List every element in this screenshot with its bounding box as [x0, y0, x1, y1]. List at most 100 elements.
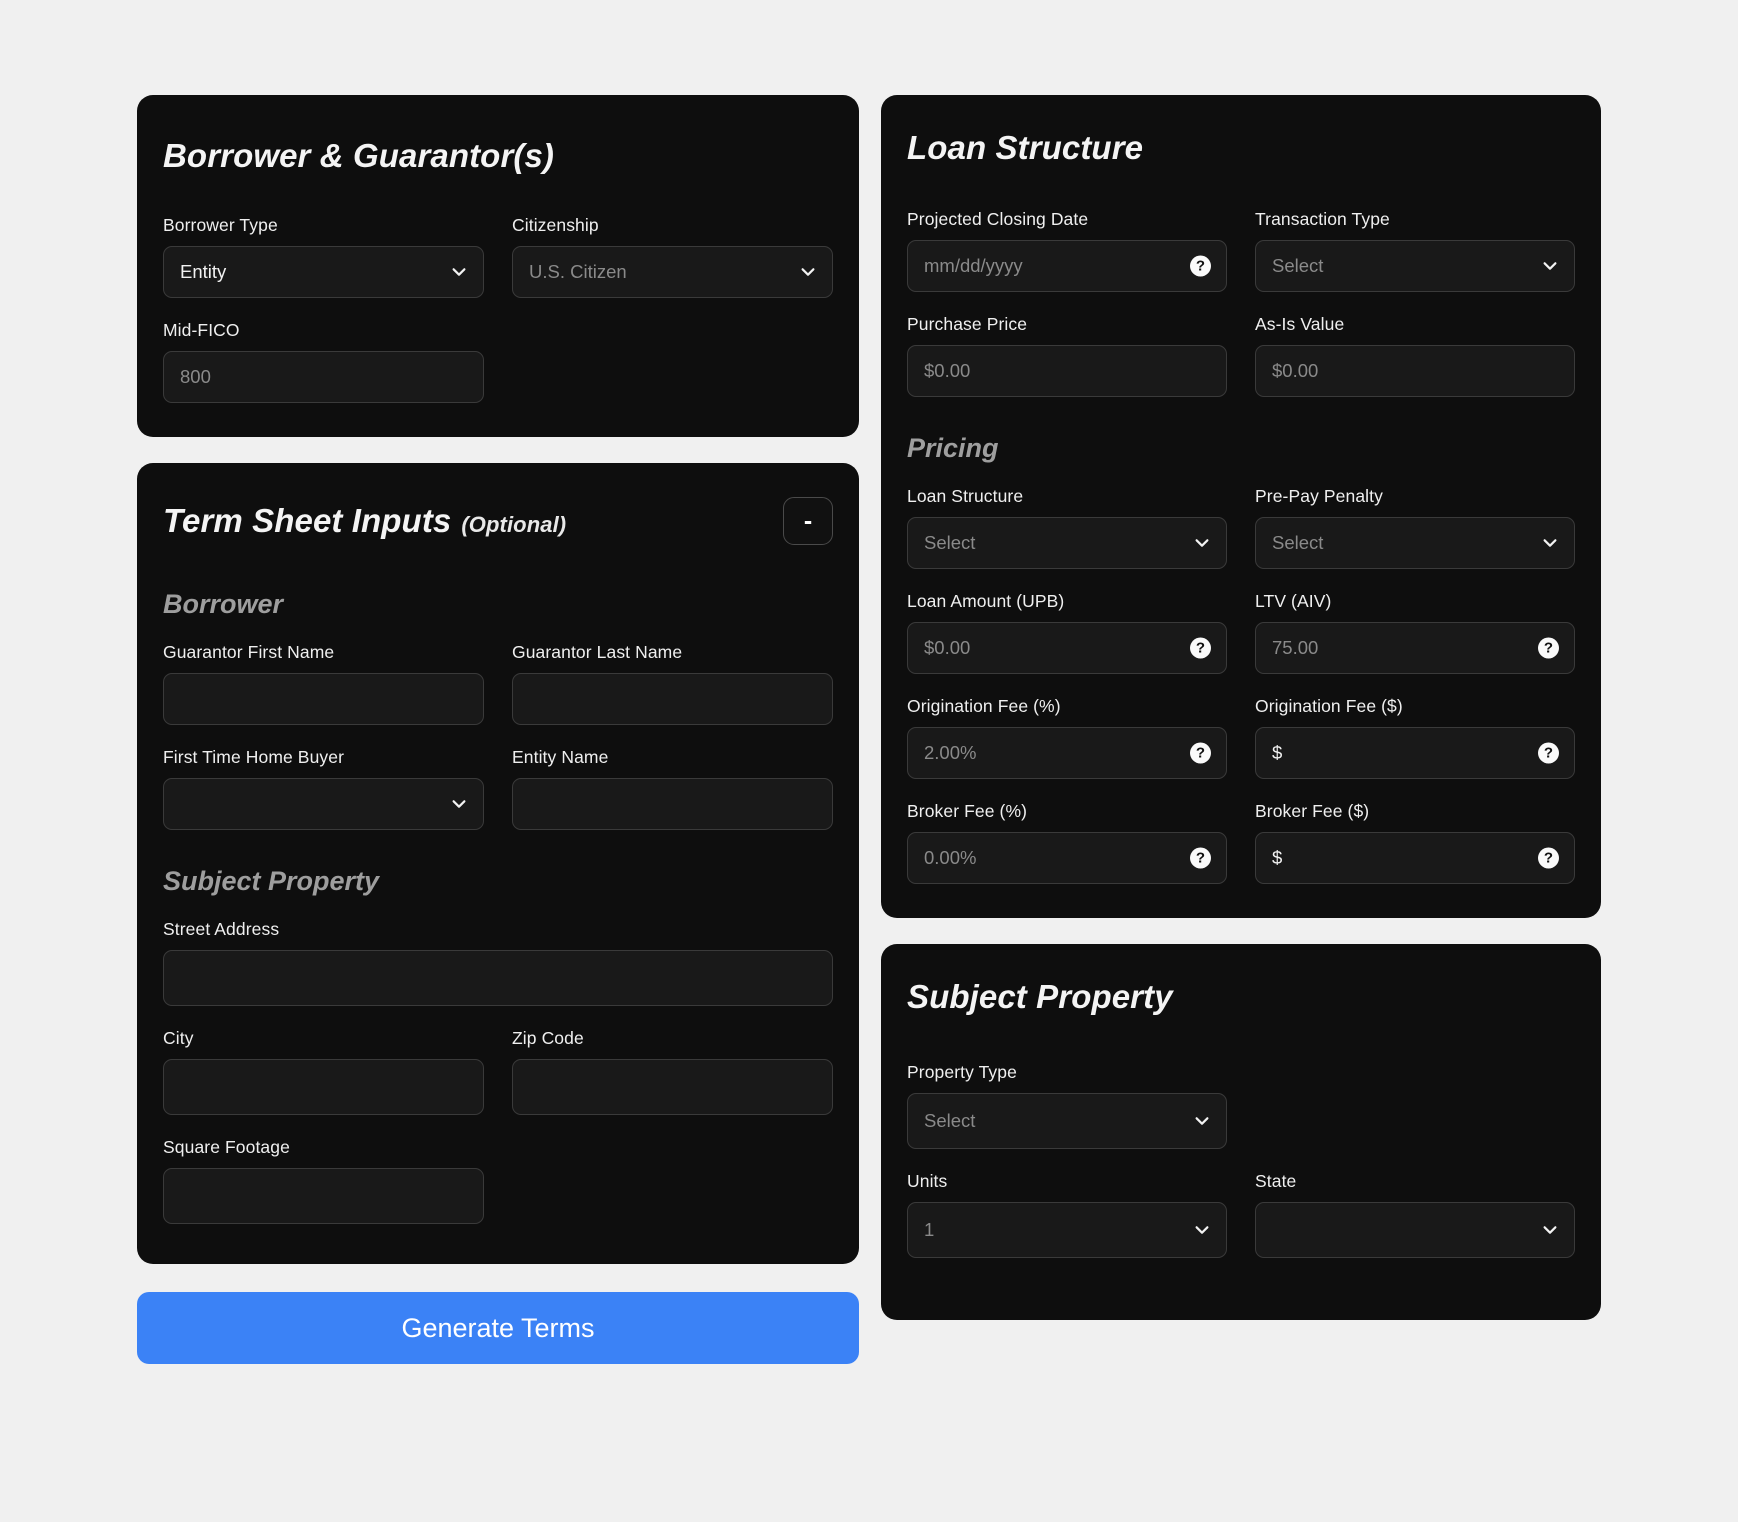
term-sheet-title-text: Term Sheet Inputs [163, 502, 452, 539]
term-sheet-borrower-grid: Guarantor First Name Guarantor Last Name… [163, 642, 833, 852]
chevron-down-icon [1193, 1221, 1211, 1239]
citizenship-value: U.S. Citizen [529, 261, 627, 282]
state-select[interactable] [1255, 1202, 1575, 1258]
origination-fee-pct-field: Origination Fee (%) 2.00% ? [907, 696, 1227, 779]
property-type-field: Property Type Select [907, 1062, 1227, 1149]
guarantor-last-name-field: Guarantor Last Name [512, 642, 833, 725]
guarantor-first-name-input[interactable] [163, 673, 484, 725]
entity-name-input[interactable] [512, 778, 833, 830]
loan-amount-upb-value: $0.00 [924, 637, 971, 658]
projected-closing-date-value: mm/dd/yyyy [924, 255, 1023, 276]
help-icon[interactable]: ? [1538, 847, 1559, 869]
chevron-down-icon [450, 795, 468, 813]
ltv-aiv-field: LTV (AIV) 75.00 ? [1255, 591, 1575, 674]
collapse-toggle-button[interactable]: - [783, 497, 833, 545]
borrower-fields-grid: Borrower Type Entity Citizenship U.S. Ci… [163, 215, 833, 403]
subject-property-card-title: Subject Property [907, 978, 1575, 1016]
chevron-down-icon [1193, 534, 1211, 552]
borrower-guarantor-title-text: Borrower & Guarantor(s) [163, 137, 555, 174]
borrower-type-select[interactable]: Entity [163, 246, 484, 298]
broker-fee-pct-field: Broker Fee (%) 0.00% ? [907, 801, 1227, 884]
transaction-type-field: Transaction Type Select [1255, 209, 1575, 292]
help-icon[interactable]: ? [1190, 847, 1211, 869]
origination-fee-dollar-label: Origination Fee ($) [1255, 696, 1403, 716]
projected-closing-date-input[interactable]: mm/dd/yyyy ? [907, 240, 1227, 292]
help-icon[interactable]: ? [1190, 255, 1211, 277]
units-value: 1 [924, 1219, 935, 1240]
pre-pay-penalty-select[interactable]: Select [1255, 517, 1575, 569]
pricing-loan-structure-field: Loan Structure Select [907, 486, 1227, 569]
citizenship-select[interactable]: U.S. Citizen [512, 246, 833, 298]
guarantor-first-name-field: Guarantor First Name [163, 642, 484, 725]
chevron-down-icon [450, 263, 468, 281]
citizenship-label: Citizenship [512, 215, 599, 235]
mid-fico-input[interactable]: 800 [163, 351, 484, 403]
origination-fee-pct-label: Origination Fee (%) [907, 696, 1061, 716]
generate-terms-button[interactable]: Generate Terms [137, 1292, 859, 1364]
loan-amount-upb-label: Loan Amount (UPB) [907, 591, 1065, 611]
term-sheet-property-grid: Street Address City Zip Code Square Foot… [163, 919, 833, 1224]
chevron-down-icon [1541, 1221, 1559, 1239]
loan-structure-title-text: Loan Structure [907, 129, 1144, 166]
ltv-aiv-input[interactable]: 75.00 ? [1255, 622, 1575, 674]
purchase-price-input[interactable]: $0.00 [907, 345, 1227, 397]
square-footage-input[interactable] [163, 1168, 484, 1224]
subject-property-card: Subject Property Property Type Select Un… [881, 944, 1601, 1320]
chevron-down-icon [1541, 534, 1559, 552]
broker-fee-pct-value: 0.00% [924, 847, 977, 868]
borrower-type-value: Entity [180, 261, 227, 282]
borrower-type-field: Borrower Type Entity [163, 215, 484, 298]
loan-structure-title: Loan Structure [907, 129, 1575, 167]
guarantor-last-name-input[interactable] [512, 673, 833, 725]
mid-fico-label: Mid-FICO [163, 320, 240, 340]
origination-fee-dollar-input[interactable]: $ ? [1255, 727, 1575, 779]
as-is-value-input[interactable]: $0.00 [1255, 345, 1575, 397]
chevron-down-icon [1193, 1112, 1211, 1130]
units-field: Units 1 [907, 1171, 1227, 1258]
ltv-aiv-label: LTV (AIV) [1255, 591, 1332, 611]
first-time-home-buyer-label: First Time Home Buyer [163, 747, 345, 767]
zip-code-field: Zip Code [512, 1028, 833, 1115]
term-sheet-title: Term Sheet Inputs (Optional) [163, 502, 566, 540]
city-field: City [163, 1028, 484, 1115]
pricing-loan-structure-select[interactable]: Select [907, 517, 1227, 569]
borrower-guarantor-card: Borrower & Guarantor(s) Borrower Type En… [137, 95, 859, 437]
help-icon[interactable]: ? [1190, 742, 1211, 764]
zip-code-input[interactable] [512, 1059, 833, 1115]
help-icon[interactable]: ? [1190, 637, 1211, 659]
two-column-layout: Borrower & Guarantor(s) Borrower Type En… [137, 95, 1601, 1522]
broker-fee-dollar-field: Broker Fee ($) $ ? [1255, 801, 1575, 884]
entity-name-label: Entity Name [512, 747, 609, 767]
loan-structure-card: Loan Structure Projected Closing Date mm… [881, 95, 1601, 918]
broker-fee-pct-input[interactable]: 0.00% ? [907, 832, 1227, 884]
transaction-type-select[interactable]: Select [1255, 240, 1575, 292]
state-field: State [1255, 1171, 1575, 1258]
minus-icon: - [803, 506, 813, 535]
zip-code-label: Zip Code [512, 1028, 584, 1048]
street-address-input[interactable] [163, 950, 833, 1006]
origination-fee-pct-value: 2.00% [924, 742, 977, 763]
street-address-label: Street Address [163, 919, 280, 939]
property-type-select[interactable]: Select [907, 1093, 1227, 1149]
units-select[interactable]: 1 [907, 1202, 1227, 1258]
borrower-type-label: Borrower Type [163, 215, 278, 235]
subject-property-grid: Property Type Select Units 1 State [907, 1062, 1575, 1258]
help-icon[interactable]: ? [1538, 637, 1559, 659]
square-footage-field: Square Footage [163, 1137, 484, 1224]
broker-fee-pct-label: Broker Fee (%) [907, 801, 1028, 821]
as-is-value-value: $0.00 [1272, 360, 1319, 381]
loan-amount-upb-input[interactable]: $0.00 ? [907, 622, 1227, 674]
first-time-home-buyer-select[interactable] [163, 778, 484, 830]
origination-fee-pct-input[interactable]: 2.00% ? [907, 727, 1227, 779]
help-icon[interactable]: ? [1538, 742, 1559, 764]
city-label: City [163, 1028, 194, 1048]
subject-property-subheading: Subject Property [163, 866, 380, 896]
chevron-down-icon [799, 263, 817, 281]
broker-fee-dollar-input[interactable]: $ ? [1255, 832, 1575, 884]
loan-amount-upb-field: Loan Amount (UPB) $0.00 ? [907, 591, 1227, 674]
purchase-price-label: Purchase Price [907, 314, 1028, 334]
state-label: State [1255, 1171, 1297, 1191]
city-input[interactable] [163, 1059, 484, 1115]
borrower-guarantor-title: Borrower & Guarantor(s) [163, 137, 833, 175]
subject-property-card-title-text: Subject Property [907, 978, 1173, 1015]
